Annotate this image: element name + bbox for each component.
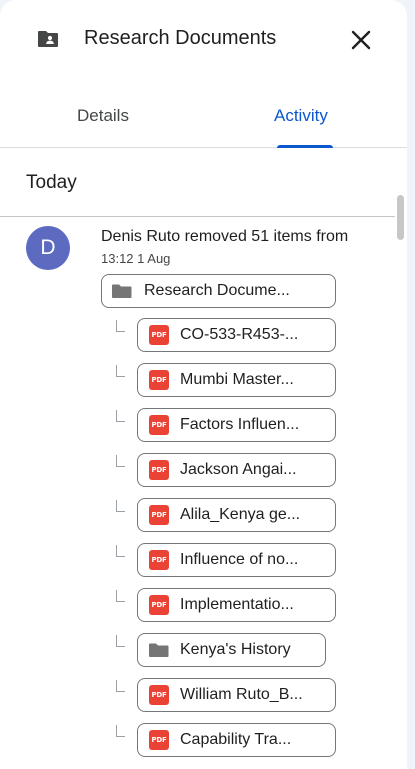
chip-label: Influence of no... (180, 551, 299, 568)
list-item: PDF Capability Tra... (0, 723, 407, 768)
pdf-icon: PDF (149, 415, 169, 435)
file-chip[interactable]: PDF Capability Tra... (137, 723, 336, 757)
section-divider (0, 216, 395, 217)
file-chip[interactable]: PDF Influence of no... (137, 543, 336, 577)
activity-description: Denis Ruto removed 51 items from (101, 228, 349, 245)
close-icon[interactable] (346, 25, 376, 55)
list-item: PDF William Ruto_B... (0, 678, 407, 723)
tab-bar: Details Activity (0, 96, 407, 148)
file-chip[interactable]: PDF Mumbi Master... (137, 363, 336, 397)
tree-connector (116, 455, 125, 467)
chip-label: Capability Tra... (180, 731, 292, 748)
section-heading-today: Today (26, 172, 77, 193)
chip-label: Factors Influen... (180, 416, 300, 433)
list-item: PDF Alila_Kenya ge... (0, 498, 407, 543)
file-chip[interactable]: PDF Implementatio... (137, 588, 336, 622)
chip-label: Alila_Kenya ge... (180, 506, 301, 523)
tree-connector (116, 410, 125, 422)
file-chip[interactable]: PDF Alila_Kenya ge... (137, 498, 336, 532)
list-item: PDF Mumbi Master... (0, 363, 407, 408)
tree-connector (116, 500, 125, 512)
file-chip[interactable]: PDF William Ruto_B... (137, 678, 336, 712)
scrollbar-thumb[interactable] (397, 195, 404, 240)
pdf-icon: PDF (149, 460, 169, 480)
file-chip[interactable]: PDF Factors Influen... (137, 408, 336, 442)
tree-connector (116, 320, 125, 332)
active-tab-indicator (277, 145, 333, 148)
details-panel: Research Documents Details Activity Toda… (0, 0, 407, 769)
list-item: PDF CO-533-R453-... (0, 318, 407, 363)
tree-connector (116, 635, 125, 647)
activity-timestamp: 13:12 1 Aug (101, 251, 171, 266)
folder-icon (112, 284, 132, 298)
avatar[interactable]: D (26, 226, 70, 270)
tree-connector (116, 680, 125, 692)
chip-label: CO-533-R453-... (180, 326, 299, 343)
pdf-icon: PDF (149, 370, 169, 390)
tree-connector (116, 590, 125, 602)
folder-icon (149, 643, 169, 657)
list-item: PDF Implementatio... (0, 588, 407, 633)
pdf-icon: PDF (149, 730, 169, 750)
chip-label: William Ruto_B... (180, 686, 303, 703)
chip-label: Research Docume... (144, 282, 290, 299)
list-item: PDF Factors Influen... (0, 408, 407, 453)
parent-folder-chip[interactable]: Research Docume... (101, 274, 336, 308)
removed-items-list: PDF CO-533-R453-... PDF Mumbi Master... PDF F… (0, 318, 407, 768)
file-chip[interactable]: PDF CO-533-R453-... (137, 318, 336, 352)
shared-folder-icon (38, 31, 58, 47)
chip-label: Jackson Angai... (180, 461, 297, 478)
pdf-icon: PDF (149, 325, 169, 345)
pdf-icon: PDF (149, 685, 169, 705)
list-item: PDF Influence of no... (0, 543, 407, 588)
panel-header: Research Documents (0, 0, 407, 78)
chip-label: Kenya's History (180, 641, 291, 658)
pdf-icon: PDF (149, 550, 169, 570)
tree-connector (116, 545, 125, 557)
list-item: PDF Jackson Angai... (0, 453, 407, 498)
tree-connector (116, 365, 125, 377)
tab-activity[interactable]: Activity (274, 106, 328, 126)
pdf-icon: PDF (149, 505, 169, 525)
tab-details[interactable]: Details (77, 106, 129, 126)
pdf-icon: PDF (149, 595, 169, 615)
chip-label: Mumbi Master... (180, 371, 294, 388)
chip-label: Implementatio... (180, 596, 294, 613)
folder-chip[interactable]: Kenya's History (137, 633, 326, 667)
tree-connector (116, 725, 125, 737)
panel-title: Research Documents (84, 27, 277, 49)
file-chip[interactable]: PDF Jackson Angai... (137, 453, 336, 487)
list-item: Kenya's History (0, 633, 407, 678)
